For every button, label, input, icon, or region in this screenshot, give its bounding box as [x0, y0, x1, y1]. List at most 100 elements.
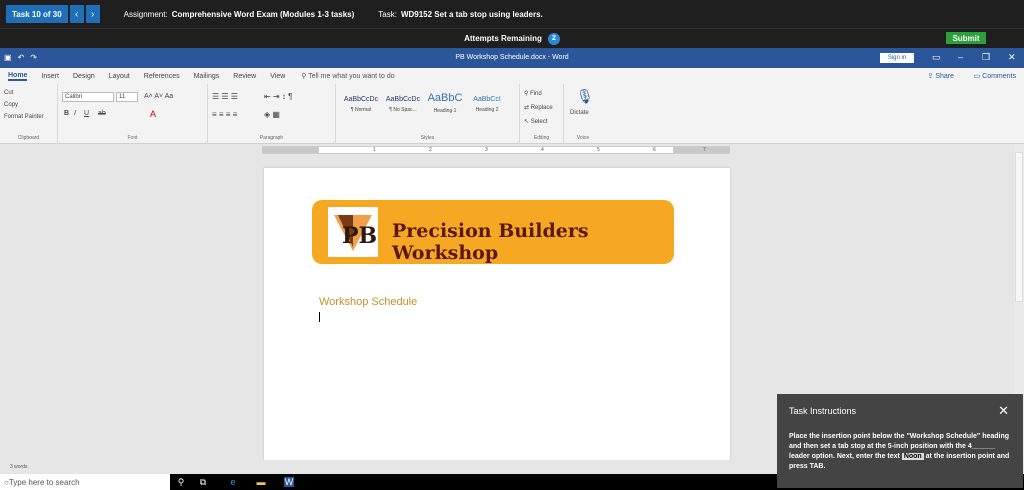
font-label: Font: [127, 135, 138, 141]
strikethrough-icon[interactable]: ab: [98, 110, 106, 117]
comment-icon: ▭: [973, 73, 983, 80]
style-normal[interactable]: AaBbCcDc ¶ Normal: [340, 90, 382, 124]
cut-button[interactable]: Cut: [4, 90, 13, 96]
ruler-number: 3: [485, 147, 488, 153]
task-name: WD9152 Set a tab stop using leaders.: [400, 9, 543, 19]
style-sample: AaBbC: [427, 92, 463, 104]
tab-view[interactable]: View: [270, 73, 285, 80]
file-explorer-icon[interactable]: ▬: [256, 477, 266, 487]
bullets-icon[interactable]: ☰ ☰ ☰: [212, 92, 238, 101]
copy-button[interactable]: Copy: [4, 102, 18, 108]
restore-icon[interactable]: ❐: [982, 52, 990, 63]
dictate-button[interactable]: Dictate: [570, 110, 589, 116]
style-sample: AaBbCcDc: [385, 96, 421, 103]
task-instructions-panel: Task Instructions ✕ Place the insertion …: [777, 394, 1023, 488]
voice-label: Voice: [576, 135, 590, 141]
taskbar-search-placeholder: Type here to search: [8, 477, 80, 487]
close-icon[interactable]: ✕: [998, 403, 1009, 419]
style-no-spacing[interactable]: AaBbCcDc ¶ No Spac...: [382, 90, 424, 124]
instructions-text: Place the insertion point below the "Wor…: [789, 432, 1015, 472]
tab-home[interactable]: Home: [8, 72, 28, 81]
font-size-select[interactable]: 11: [116, 92, 138, 102]
select-button[interactable]: ↖ Select: [524, 118, 547, 125]
tab-review[interactable]: Review: [233, 73, 256, 80]
find-button[interactable]: ⚲ Find: [524, 90, 542, 97]
format-painter-button[interactable]: Format Painter: [4, 114, 44, 120]
panel-title: Task Instructions: [789, 406, 857, 416]
styles-group: AaBbCcDc ¶ Normal AaBbCcDc ¶ No Spac... …: [336, 84, 520, 144]
style-heading-1[interactable]: AaBbC Heading 1: [424, 90, 466, 124]
attempts-label: Attempts Remaining: [464, 34, 542, 43]
editing-label: Editing: [533, 135, 550, 141]
style-sample: AaBbCcDc: [343, 96, 379, 103]
tab-design[interactable]: Design: [73, 73, 95, 80]
style-name: Heading 1: [433, 108, 457, 114]
find-label: Find: [530, 91, 542, 97]
italic-icon[interactable]: I: [74, 110, 76, 117]
ruler-number: 5: [597, 147, 600, 153]
close-window-icon[interactable]: ✕: [1008, 52, 1016, 63]
attempts-bar: Attempts Remaining 2: [0, 28, 1024, 48]
company-banner[interactable]: PB Precision Builders Workshop: [312, 200, 674, 264]
assignment-name: Comprehensive Word Exam (Modules 1-3 tas…: [171, 9, 355, 19]
horizontal-ruler[interactable]: 1 2 3 4 5 6 7: [0, 144, 1024, 156]
bold-icon[interactable]: B: [64, 110, 69, 117]
replace-label: Replace: [530, 105, 553, 111]
share-label: Share: [935, 73, 954, 80]
ruler-number: 6: [653, 147, 656, 153]
word-titlebar: ▣ ↶ ↷ PB Workshop Schedule.docx - Word S…: [0, 48, 1024, 68]
prev-task-button[interactable]: ‹: [69, 5, 84, 23]
style-name: ¶ No Spac...: [389, 107, 417, 113]
banner-title: Precision Builders Workshop: [392, 220, 589, 264]
tab-references[interactable]: References: [144, 73, 180, 80]
clipboard-label: Clipboard: [17, 135, 40, 141]
logo-letters: PB: [342, 223, 377, 249]
ribbon-display-icon[interactable]: ▭: [932, 52, 941, 63]
select-label: Select: [530, 119, 548, 125]
grow-font-icon[interactable]: A˄ A˅ Aa: [144, 93, 173, 100]
ruler-number: 2: [429, 147, 432, 153]
indent-icon[interactable]: ⇤ ⇥ ↕ ¶: [264, 92, 292, 101]
style-name: Heading 2: [475, 107, 499, 113]
ruler-right-margin: [673, 147, 729, 153]
font-color-icon[interactable]: A: [150, 109, 156, 119]
ruler-bar[interactable]: 1 2 3 4 5 6 7: [262, 146, 730, 154]
align-icon[interactable]: ≡ ≡ ≡ ≡: [212, 110, 237, 119]
replace-button[interactable]: ⇄ Replace: [524, 104, 553, 111]
comments-button[interactable]: ▭ Comments: [974, 72, 1016, 80]
task-view-icon[interactable]: ⧉: [198, 477, 208, 487]
insertion-point: [319, 312, 320, 322]
style-name: ¶ Normal: [350, 107, 372, 113]
edge-icon[interactable]: e: [228, 477, 238, 487]
underline-icon[interactable]: U: [84, 110, 89, 117]
submit-button[interactable]: Submit: [946, 32, 986, 44]
next-task-button[interactable]: ›: [85, 5, 100, 23]
workshop-heading[interactable]: Workshop Schedule: [319, 296, 417, 308]
font-name-select[interactable]: Calibri: [62, 92, 114, 102]
ruler-number: 7: [703, 147, 706, 153]
style-heading-2[interactable]: AaBbCcI Heading 2: [466, 90, 508, 124]
taskbar-search[interactable]: ○ Type here to search: [0, 474, 170, 490]
scrollbar-thumb[interactable]: [1015, 152, 1023, 302]
word-count[interactable]: 3 words: [10, 464, 28, 470]
ruler-left-margin: [263, 147, 319, 153]
minimize-icon[interactable]: –: [958, 52, 963, 62]
instruction-keyword: Noon: [901, 453, 924, 460]
sign-in-button[interactable]: Sign in: [880, 53, 914, 63]
voice-group: 🎙 Dictate Voice: [564, 84, 602, 144]
microphone-icon[interactable]: ⚲: [176, 477, 186, 487]
tell-me-search[interactable]: ⚲ Tell me what you want to do: [301, 72, 394, 80]
document-page[interactable]: PB Precision Builders Workshop Workshop …: [264, 168, 730, 460]
editing-group: ⚲ Find ⇄ Replace ↖ Select Editing: [520, 84, 564, 144]
share-button[interactable]: ⇪ Share: [928, 72, 955, 80]
tab-mailings[interactable]: Mailings: [194, 73, 220, 80]
shading-icon[interactable]: ◈ ▦: [264, 110, 280, 119]
assignment-label: Assignment:: [123, 9, 168, 19]
tab-layout[interactable]: Layout: [109, 73, 130, 80]
tab-insert[interactable]: Insert: [41, 73, 59, 80]
tell-me-label: Tell me what you want to do: [308, 73, 395, 80]
word-app-icon[interactable]: W: [284, 477, 294, 487]
microphone-icon[interactable]: 🎙: [576, 88, 594, 105]
comments-label: Comments: [982, 73, 1016, 80]
task-counter: Task 10 of 30: [6, 5, 68, 23]
